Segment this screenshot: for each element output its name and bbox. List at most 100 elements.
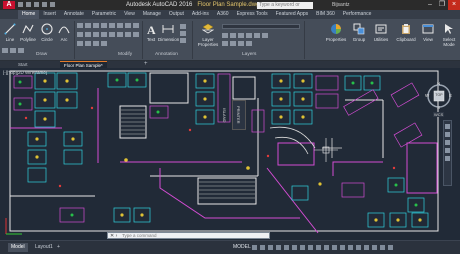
select-mode-tool[interactable]: Select Mode: [440, 23, 458, 47]
hardware-acceleration-icon[interactable]: [372, 245, 377, 250]
view-tool[interactable]: View: [421, 23, 435, 42]
hatch-icon[interactable]: [10, 48, 16, 53]
pedit-icon[interactable]: [85, 41, 91, 46]
trim-icon[interactable]: [93, 23, 99, 28]
save-icon[interactable]: [34, 2, 39, 7]
ribbon-tab-annotate[interactable]: Annotate: [60, 10, 88, 19]
floor-plan-tab[interactable]: Floor Plan Sample*: [60, 61, 107, 68]
viewcube-north[interactable]: N: [437, 81, 440, 86]
rectangle-icon[interactable]: [2, 48, 8, 53]
copy-icon[interactable]: [109, 23, 115, 28]
arc-tool[interactable]: Arc: [57, 23, 71, 42]
offset-icon[interactable]: [101, 32, 107, 37]
viewcube-east[interactable]: E: [449, 93, 452, 98]
lineweight-icon[interactable]: [308, 245, 313, 250]
fillet-icon[interactable]: [125, 23, 131, 28]
table-icon[interactable]: [180, 31, 186, 36]
blend-icon[interactable]: [93, 41, 99, 46]
quick-properties-icon[interactable]: [356, 245, 361, 250]
group-tool[interactable]: Group: [350, 23, 368, 42]
autocad-logo[interactable]: A: [3, 1, 15, 9]
layer-freeze-icon[interactable]: [230, 33, 236, 38]
layer-lock-icon[interactable]: [238, 33, 244, 38]
object-snap-icon[interactable]: [300, 245, 305, 250]
workspace-icon[interactable]: [340, 245, 345, 250]
search-input[interactable]: Type a keyword or phrase: [257, 1, 313, 15]
isolate-objects-icon[interactable]: [364, 245, 369, 250]
pan-icon[interactable]: [445, 132, 450, 137]
model-space-toggle[interactable]: MODEL: [233, 244, 251, 250]
layers-panel-label[interactable]: Layers: [242, 52, 256, 57]
layout1-tab[interactable]: Layout1: [32, 243, 56, 252]
move-icon[interactable]: [77, 23, 83, 28]
markup-icon[interactable]: [180, 38, 186, 43]
drawing-canvas[interactable]: [-][Top][2D Wireframe] PRINTER ISLAND N …: [0, 68, 460, 240]
ribbon-tab-add-ins[interactable]: Add-ins: [188, 10, 213, 19]
layer-thaw-icon[interactable]: [238, 41, 244, 46]
redo-icon[interactable]: [50, 2, 55, 7]
properties-tool[interactable]: Properties: [325, 23, 347, 42]
command-line[interactable]: ✕ › Type a command: [107, 232, 270, 239]
layer-on-icon[interactable]: [222, 33, 228, 38]
close-command-icon[interactable]: ✕ ›: [110, 233, 117, 239]
array-icon[interactable]: [93, 32, 99, 37]
layer-properties-tool[interactable]: Layer Properties: [196, 23, 220, 47]
leader-icon[interactable]: [180, 24, 186, 29]
layer-walk-icon[interactable]: [222, 41, 228, 46]
ribbon-tab-manage[interactable]: Manage: [139, 10, 165, 19]
units-icon[interactable]: [348, 245, 353, 250]
ucs-menu[interactable]: WCS: [433, 112, 445, 117]
transparency-icon[interactable]: [316, 245, 321, 250]
viewcube-south[interactable]: S: [437, 105, 440, 110]
snap-icon[interactable]: [260, 245, 265, 250]
minimize-button[interactable]: –: [424, 0, 436, 10]
draw-panel-label[interactable]: Draw: [36, 52, 47, 57]
customization-icon[interactable]: [388, 245, 393, 250]
clipboard-tool[interactable]: Clipboard: [396, 23, 416, 42]
zoom-icon[interactable]: [445, 140, 450, 145]
showmotion-icon[interactable]: [445, 156, 450, 161]
command-input[interactable]: Type a command: [122, 233, 157, 238]
ellipse-icon[interactable]: [18, 48, 24, 53]
object-snap-tracking-icon[interactable]: [292, 245, 297, 250]
chamfer-icon[interactable]: [109, 32, 115, 37]
layer-prev-icon[interactable]: [262, 33, 268, 38]
ribbon-tab-home[interactable]: Home: [18, 10, 40, 19]
align-icon[interactable]: [133, 32, 139, 37]
polar-icon[interactable]: [276, 245, 281, 250]
user-name[interactable]: Bijsantz: [332, 0, 350, 10]
join-icon[interactable]: [125, 32, 131, 37]
scale-icon[interactable]: [85, 32, 91, 37]
stretch-icon[interactable]: [77, 32, 83, 37]
new-tab-button[interactable]: +: [140, 61, 152, 68]
model-tab[interactable]: Model: [8, 243, 28, 252]
utilities-tool[interactable]: Utilities: [372, 23, 390, 42]
ortho-icon[interactable]: [268, 245, 273, 250]
explode-icon[interactable]: [133, 23, 139, 28]
steering-wheel-icon[interactable]: [445, 124, 450, 129]
lengthen-icon[interactable]: [77, 41, 83, 46]
grid-icon[interactable]: [252, 245, 257, 250]
ribbon-tab-a360[interactable]: A360: [213, 10, 233, 19]
ribbon-tab-view[interactable]: View: [120, 10, 139, 19]
orbit-icon[interactable]: [445, 148, 450, 153]
mirror-icon[interactable]: [117, 23, 123, 28]
ribbon-tab-parametric[interactable]: Parametric: [88, 10, 120, 19]
layer-off-icon[interactable]: [230, 41, 236, 46]
viewcube[interactable]: N S W E TOP WCS: [425, 81, 453, 117]
viewcube-top-face[interactable]: TOP: [434, 93, 444, 97]
circle-tool[interactable]: Circle: [40, 23, 54, 42]
annotation-scale-icon[interactable]: [332, 245, 337, 250]
ribbon-tab-output[interactable]: Output: [165, 10, 188, 19]
viewcube-west[interactable]: W: [425, 93, 429, 98]
ribbon-tab-featured-apps[interactable]: Featured Apps: [272, 10, 313, 19]
add-layout-button[interactable]: +: [54, 243, 63, 252]
selection-cycling-icon[interactable]: [324, 245, 329, 250]
layer-unlock-icon[interactable]: [246, 41, 252, 46]
close-button[interactable]: ×: [448, 0, 460, 10]
ribbon-tab-performance[interactable]: Performance: [339, 10, 376, 19]
dimension-tool[interactable]: Dimension: [158, 23, 179, 42]
start-tab[interactable]: Start: [14, 61, 32, 68]
ribbon-tab-express-tools[interactable]: Express Tools: [233, 10, 272, 19]
modify-panel-label[interactable]: Modify: [118, 52, 132, 57]
